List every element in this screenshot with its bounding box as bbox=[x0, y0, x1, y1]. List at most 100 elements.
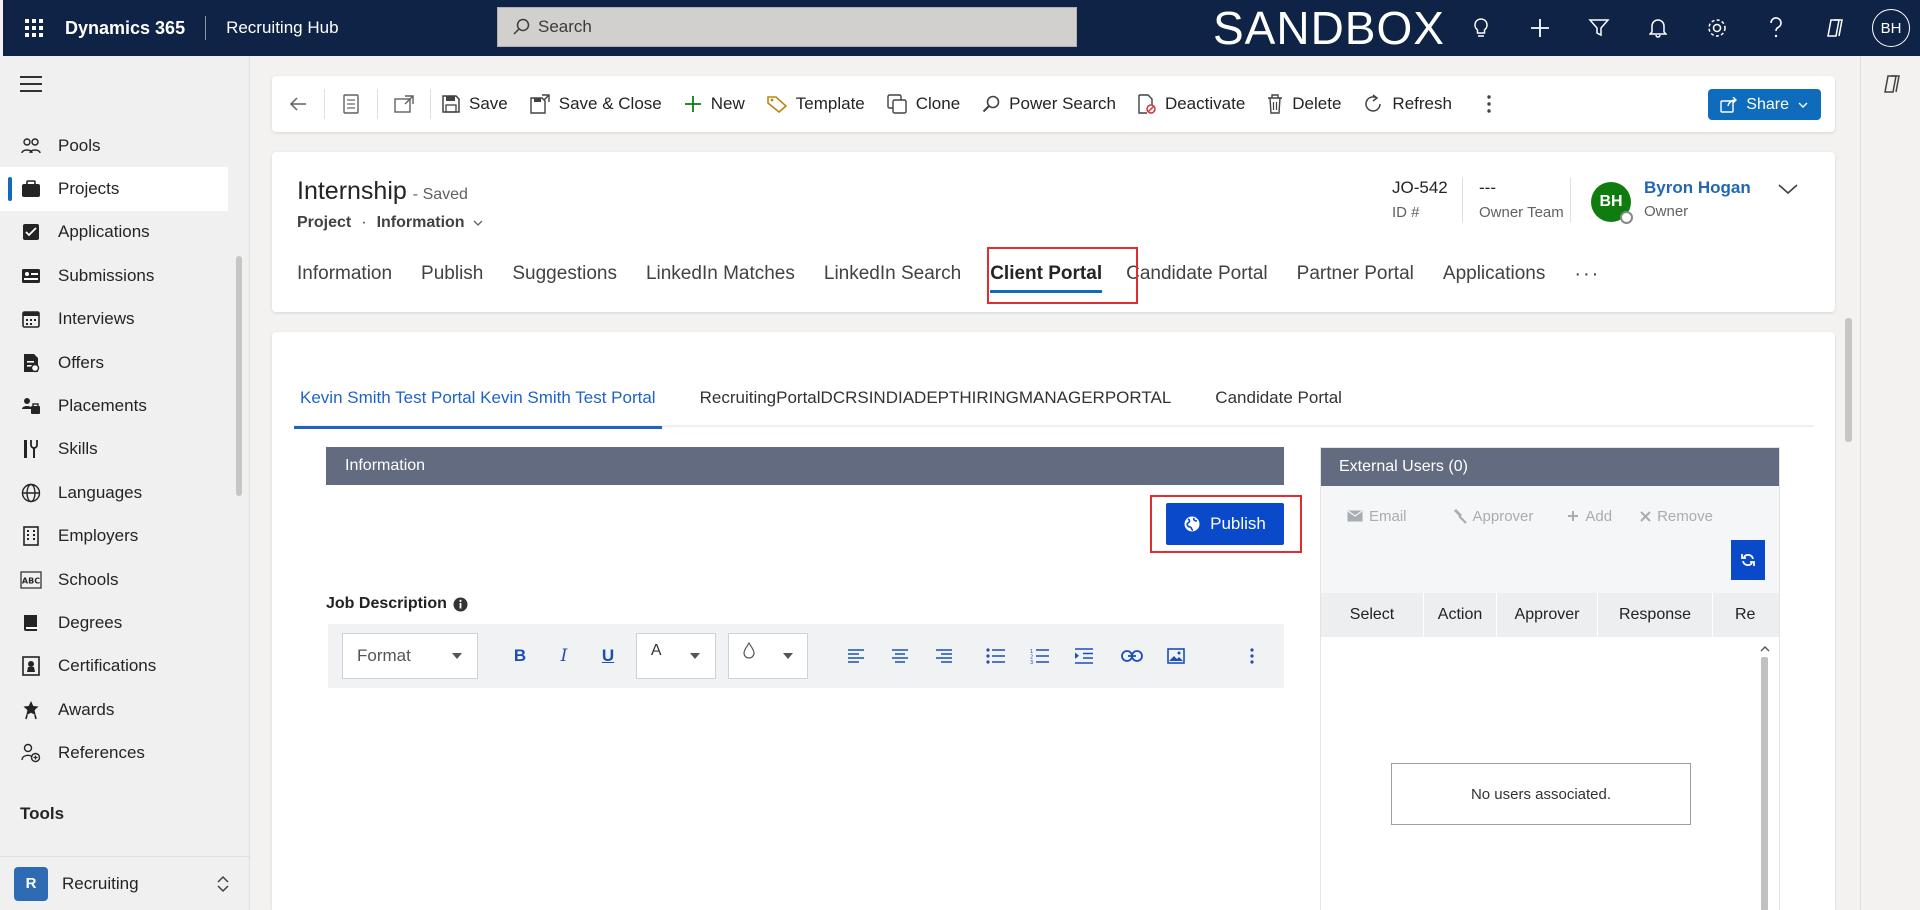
owner-avatar[interactable]: BH bbox=[1591, 182, 1633, 224]
column-header-select[interactable]: Select bbox=[1321, 593, 1424, 637]
bold-button[interactable]: B bbox=[498, 636, 542, 676]
tab-publish[interactable]: Publish bbox=[421, 249, 483, 299]
refresh-users-button[interactable] bbox=[1731, 540, 1765, 580]
owner-name-link[interactable]: Byron Hogan bbox=[1644, 178, 1751, 198]
presence-indicator bbox=[1620, 211, 1633, 224]
back-button[interactable] bbox=[272, 84, 324, 124]
portal-tab-kevin-smith[interactable]: Kevin Smith Test Portal Kevin Smith Test… bbox=[294, 384, 662, 429]
share-button[interactable]: Share bbox=[1708, 89, 1821, 120]
more-vertical-icon bbox=[1487, 95, 1491, 113]
numbered-list-button[interactable]: 123 bbox=[1018, 636, 1062, 676]
new-button[interactable]: New bbox=[673, 84, 756, 124]
clone-button[interactable]: Clone bbox=[876, 84, 971, 124]
sidebar-item-submissions[interactable]: Submissions bbox=[0, 254, 228, 297]
background-color-dropdown[interactable] bbox=[728, 633, 808, 679]
quick-create-button[interactable] bbox=[1510, 0, 1569, 56]
collapse-menu-icon[interactable] bbox=[20, 76, 42, 97]
font-color-dropdown[interactable]: A bbox=[636, 633, 716, 679]
global-search-input[interactable]: Search bbox=[497, 7, 1077, 47]
area-switcher[interactable]: R Recruiting bbox=[0, 856, 250, 910]
form-selector[interactable]: Information bbox=[377, 214, 485, 232]
column-header-truncated[interactable]: Re bbox=[1713, 593, 1779, 637]
sidebar-item-degrees[interactable]: Degrees bbox=[0, 601, 228, 644]
column-header-action[interactable]: Action bbox=[1424, 593, 1497, 637]
tab-suggestions[interactable]: Suggestions bbox=[512, 249, 617, 299]
add-user-button[interactable]: Add bbox=[1567, 508, 1612, 525]
sidebar-item-languages[interactable]: Languages bbox=[0, 471, 228, 514]
external-users-panel: External Users (0) Email Approver Add Re… bbox=[1320, 447, 1780, 910]
template-button[interactable]: Template bbox=[756, 84, 876, 124]
sidebar-item-placements[interactable]: Placements bbox=[0, 384, 228, 427]
sidebar-item-awards[interactable]: Awards bbox=[0, 688, 228, 731]
insert-image-button[interactable] bbox=[1154, 636, 1198, 676]
tab-linkedin-search[interactable]: LinkedIn Search bbox=[824, 249, 961, 299]
tab-applications[interactable]: Applications bbox=[1443, 249, 1545, 299]
sidebar-scrollbar[interactable] bbox=[236, 256, 242, 496]
more-editor-options-button[interactable] bbox=[1230, 636, 1274, 676]
chevron-down-icon bbox=[473, 220, 483, 226]
tab-information[interactable]: Information bbox=[297, 249, 392, 299]
notifications-button[interactable] bbox=[1628, 0, 1687, 56]
remove-user-button[interactable]: Remove bbox=[1640, 508, 1713, 525]
main-scrollbar[interactable] bbox=[1845, 318, 1852, 442]
advanced-filter-button[interactable] bbox=[1569, 0, 1628, 56]
save-button[interactable]: Save bbox=[431, 84, 519, 124]
column-header-response[interactable]: Response bbox=[1598, 593, 1713, 637]
refresh-button[interactable]: Refresh bbox=[1352, 84, 1463, 124]
sidebar-item-interviews[interactable]: Interviews bbox=[0, 298, 228, 341]
expand-header-chevron-icon[interactable] bbox=[1777, 182, 1799, 196]
grid-scrollbar[interactable] bbox=[1759, 643, 1770, 910]
save-and-close-button[interactable]: Save & Close bbox=[519, 84, 673, 124]
sidebar-item-schools[interactable]: ABC Schools bbox=[0, 558, 228, 601]
sidebar-item-projects[interactable]: Projects bbox=[0, 167, 228, 211]
app-launcher-button[interactable] bbox=[3, 0, 65, 56]
share-icon bbox=[1720, 96, 1738, 113]
lightbulb-button[interactable] bbox=[1451, 0, 1510, 56]
italic-button[interactable]: I bbox=[542, 636, 586, 676]
open-in-new-window-icon bbox=[394, 95, 414, 113]
column-header-approver[interactable]: Approver bbox=[1497, 593, 1598, 637]
sidebar-item-offers[interactable]: Offers bbox=[0, 341, 228, 384]
bullet-list-button[interactable] bbox=[974, 636, 1018, 676]
email-button[interactable]: Email bbox=[1347, 508, 1407, 525]
sidebar-item-label: Projects bbox=[58, 179, 120, 199]
app-name[interactable]: Recruiting Hub bbox=[206, 18, 338, 38]
sidebar-nav-list: Pools Projects Applications Submissions … bbox=[0, 124, 228, 775]
brand-name[interactable]: Dynamics 365 bbox=[65, 16, 207, 40]
settings-button[interactable] bbox=[1687, 0, 1746, 56]
more-tabs-button[interactable]: ··· bbox=[1574, 249, 1600, 299]
open-new-window-button[interactable] bbox=[378, 84, 430, 124]
sidebar-item-applications[interactable]: Applications bbox=[0, 211, 228, 254]
underline-button[interactable]: U bbox=[586, 636, 630, 676]
tab-linkedin-matches[interactable]: LinkedIn Matches bbox=[646, 249, 795, 299]
deactivate-button[interactable]: Deactivate bbox=[1127, 84, 1256, 124]
tab-partner-portal[interactable]: Partner Portal bbox=[1297, 249, 1414, 299]
tab-candidate-portal[interactable]: Candidate Portal bbox=[1126, 249, 1268, 299]
arrow-left-icon bbox=[289, 97, 306, 111]
power-search-button[interactable]: Power Search bbox=[971, 84, 1127, 124]
external-users-title: External Users (0) bbox=[1321, 448, 1779, 486]
align-right-button[interactable] bbox=[922, 636, 966, 676]
sidebar-item-skills[interactable]: Skills bbox=[0, 428, 228, 471]
portal-tab-candidate[interactable]: Candidate Portal bbox=[1209, 384, 1348, 427]
align-left-button[interactable] bbox=[834, 636, 878, 676]
user-avatar[interactable]: BH bbox=[1872, 9, 1910, 47]
copilot-button[interactable] bbox=[1805, 0, 1864, 56]
portal-tab-hiring-manager[interactable]: RecruitingPortalDCRSINDIADEPTHIRINGMANAG… bbox=[694, 384, 1178, 427]
sidebar-item-references[interactable]: References bbox=[0, 731, 228, 774]
information-section-header: Information bbox=[326, 447, 1284, 485]
align-center-button[interactable] bbox=[878, 636, 922, 676]
more-commands-button[interactable] bbox=[1463, 84, 1515, 124]
publish-button[interactable]: Publish bbox=[1166, 503, 1284, 545]
indent-button[interactable] bbox=[1062, 636, 1106, 676]
insert-link-button[interactable] bbox=[1110, 636, 1154, 676]
copilot-icon[interactable] bbox=[1881, 74, 1903, 94]
sidebar-item-employers[interactable]: Employers bbox=[0, 515, 228, 558]
record-set-button[interactable] bbox=[325, 84, 377, 124]
help-button[interactable] bbox=[1746, 0, 1805, 56]
format-dropdown[interactable]: Format bbox=[342, 633, 478, 679]
sidebar-item-certifications[interactable]: Certifications bbox=[0, 645, 228, 688]
approver-button[interactable]: Approver bbox=[1451, 508, 1533, 525]
delete-button[interactable]: Delete bbox=[1256, 84, 1352, 124]
sidebar-item-pools[interactable]: Pools bbox=[0, 124, 228, 167]
